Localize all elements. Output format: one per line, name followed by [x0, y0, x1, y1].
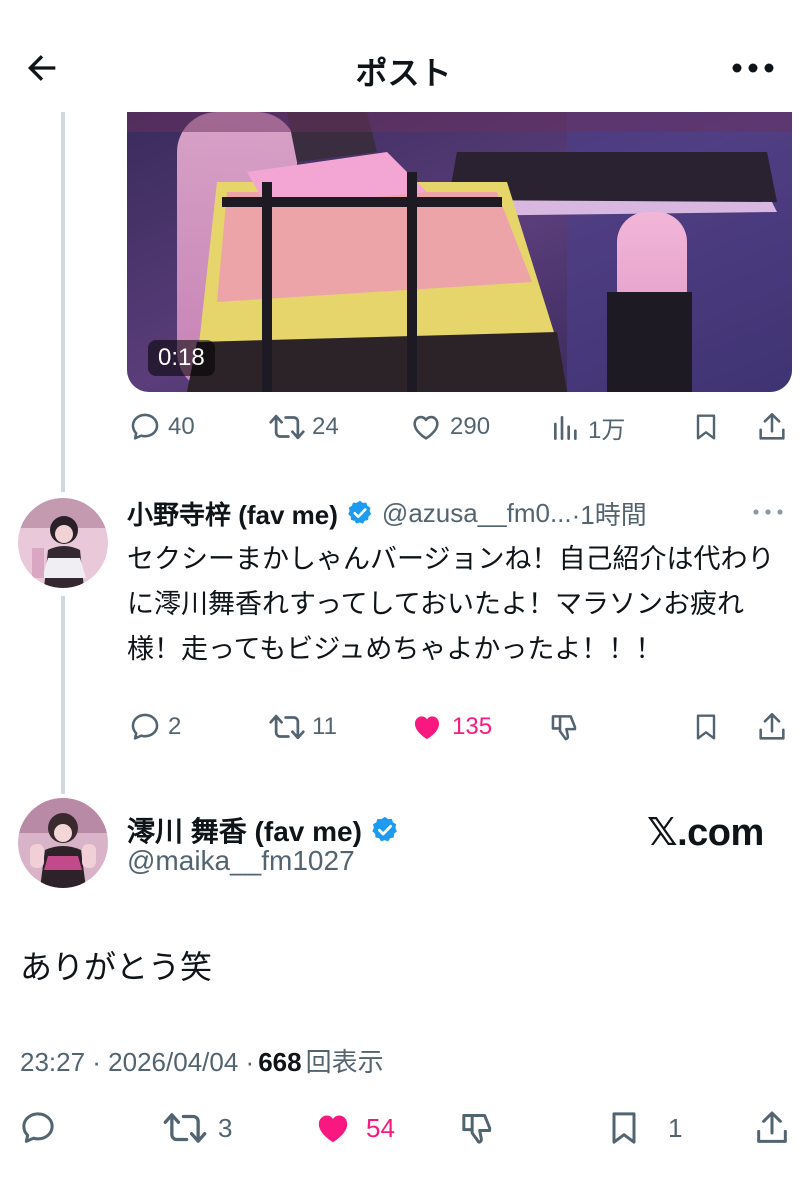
main-repost-button[interactable]: 3 — [162, 1108, 232, 1148]
repost-icon — [269, 714, 305, 740]
share-icon — [757, 1111, 787, 1143]
heart-filled-icon — [414, 716, 440, 740]
reply-timestamp[interactable]: ·1時間 — [572, 495, 647, 532]
verified-badge-icon — [372, 816, 397, 842]
reply-share-button[interactable] — [755, 710, 789, 744]
reply-reply-button[interactable]: 2 — [128, 710, 181, 744]
comment-icon — [131, 413, 159, 440]
main-dislike-button[interactable] — [458, 1108, 498, 1148]
reply-text: セクシーまかしゃんバージョンね！自己紹介は代わりに澪川舞香れすってしておいたよ！… — [127, 544, 775, 664]
verified-badge-icon — [348, 500, 372, 524]
reply-author-name[interactable]: 小野寺梓 (fav me) — [127, 495, 338, 532]
main-like-button[interactable]: 54 — [310, 1108, 395, 1148]
video-player[interactable] — [127, 112, 792, 392]
heart-filled-icon — [318, 1115, 348, 1143]
reply-more-button[interactable] — [750, 500, 786, 529]
share-icon — [759, 412, 785, 440]
main-bookmark-count: 1 — [668, 1112, 683, 1143]
reply-dislike-button[interactable] — [548, 710, 582, 744]
like-button[interactable]: 290 — [408, 410, 490, 444]
main-tweet-text: ありがとう笑 — [20, 949, 213, 985]
video-duration: 0:18 — [148, 340, 215, 376]
main-author-handle[interactable]: @maika__fm1027 — [127, 845, 355, 877]
like-count: 290 — [450, 413, 491, 440]
x-watermark: 𝕏.com — [647, 812, 764, 854]
analytics-icon — [554, 415, 577, 440]
main-share-button[interactable] — [752, 1108, 792, 1148]
repost-icon — [269, 414, 305, 440]
view-label: 回表示 — [305, 1047, 384, 1077]
comment-icon — [22, 1112, 54, 1143]
repost-count: 24 — [312, 413, 339, 440]
views-count: 1万 — [588, 417, 626, 444]
reply-repost-count: 11 — [312, 713, 337, 740]
thumbs-down-icon — [551, 715, 577, 741]
main-author-name[interactable]: 澪川 舞香 (fav me) — [127, 810, 362, 850]
view-count: 668 — [258, 1047, 302, 1077]
thread-line-mid — [61, 596, 65, 794]
reply-avatar[interactable] — [18, 498, 108, 588]
tweet-meta: 23:27 · 2026/04/04 · 668 回表示 — [20, 1042, 384, 1079]
tweet-timestamp[interactable]: 23:27 · 2026/04/04 · — [20, 1047, 254, 1078]
share-button[interactable] — [755, 410, 789, 444]
repost-button[interactable]: 24 — [268, 410, 339, 444]
heart-icon — [413, 415, 439, 440]
main-bookmark-button[interactable]: 1 — [604, 1108, 682, 1148]
main-author-row: 澪川 舞香 (fav me) — [127, 810, 400, 850]
video-frame — [127, 112, 792, 392]
reply-repost-button[interactable]: 11 — [268, 710, 337, 744]
views-button[interactable]: 1万 — [550, 410, 625, 445]
comment-icon — [131, 713, 159, 740]
more-horizontal-icon — [753, 509, 783, 515]
reply-like-count: 135 — [452, 713, 493, 740]
page-title: ポスト — [355, 55, 452, 91]
main-repost-count: 3 — [218, 1112, 233, 1143]
bookmark-button[interactable] — [690, 410, 722, 444]
bookmark-icon — [696, 714, 716, 740]
reply-author-handle[interactable]: @azusa__fm0... — [382, 498, 572, 529]
share-icon — [759, 712, 785, 740]
more-button[interactable] — [728, 48, 778, 88]
bookmark-icon — [696, 414, 716, 440]
main-like-count: 54 — [366, 1112, 395, 1143]
more-horizontal-icon — [732, 63, 774, 73]
avatar-image — [18, 498, 108, 588]
bookmark-icon — [612, 1112, 636, 1144]
reply-like-button[interactable]: 135 — [408, 710, 492, 744]
reply-bookmark-button[interactable] — [690, 710, 722, 744]
main-reply-button[interactable] — [18, 1108, 58, 1148]
reply-button[interactable]: 40 — [128, 410, 195, 444]
reply-reply-count: 2 — [168, 713, 182, 740]
repost-icon — [163, 1113, 207, 1143]
main-avatar[interactable] — [18, 798, 108, 888]
thread-line-top — [61, 112, 65, 492]
reply-count: 40 — [168, 413, 195, 440]
avatar-image — [18, 798, 108, 888]
thumbs-down-icon — [462, 1114, 492, 1144]
reply-header: 小野寺梓 (fav me) @azusa__fm0... ·1時間 — [127, 496, 792, 530]
